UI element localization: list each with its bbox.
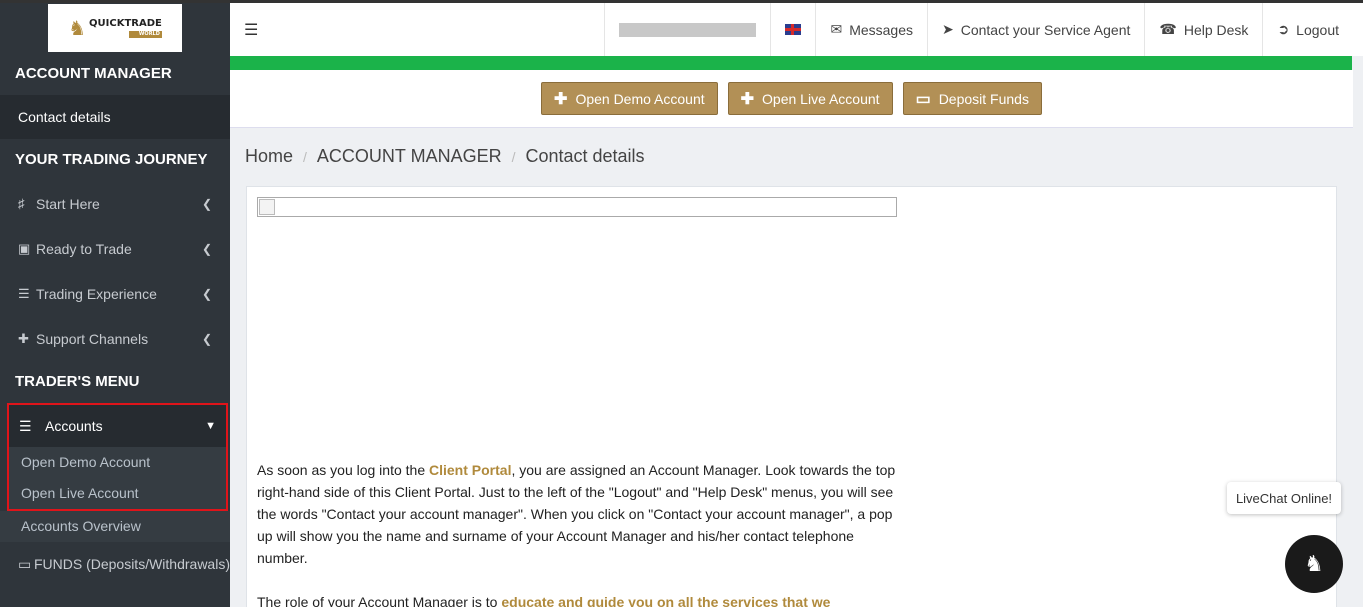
breadcrumb-home[interactable]: Home xyxy=(245,146,293,168)
chevron-left-icon: ❮ xyxy=(201,241,212,256)
headset-icon: ☎ xyxy=(1159,21,1177,37)
breadcrumb-section[interactable]: ACCOUNT MANAGER xyxy=(317,146,502,168)
section-account-manager: ACCOUNT MANAGER xyxy=(0,53,230,95)
content-card: As soon as you log into the Client Porta… xyxy=(246,186,1337,607)
accounts-group-highlight: ☰ Accounts ▼ Open Demo Account Open Live… xyxy=(7,403,228,511)
action-bar: ✚ Open Demo Account ✚ Open Live Account … xyxy=(230,70,1353,128)
uk-flag-icon xyxy=(785,24,802,35)
breadcrumb-current: Contact details xyxy=(525,146,645,166)
section-traders-menu: TRADER'S MENU xyxy=(0,361,230,403)
credit-card-icon: ▭ xyxy=(18,555,32,572)
sidebar-item-support-channels[interactable]: ✚ Support Channels ❮ xyxy=(0,316,230,361)
open-live-account-button[interactable]: ✚ Open Live Account xyxy=(727,82,893,115)
contact-agent-label: Contact your Service Agent xyxy=(960,21,1131,38)
logout-icon: ➲ xyxy=(1277,21,1290,37)
brand-sub: WORLD xyxy=(129,30,162,38)
user-name-area[interactable] xyxy=(604,3,770,56)
help-desk-link[interactable]: ☎ Help Desk xyxy=(1144,3,1262,56)
deposit-funds-button[interactable]: ▭ Deposit Funds xyxy=(902,82,1042,115)
chevron-left-icon: ❮ xyxy=(201,196,212,211)
logout-label: Logout xyxy=(1296,21,1339,38)
sidebar-item-label: Ready to Trade xyxy=(36,240,132,257)
brand-name: QUICKTRADE xyxy=(89,17,162,29)
sidebar-item-trading-experience[interactable]: ☰ Trading Experience ❮ xyxy=(0,271,230,316)
broken-image-placeholder xyxy=(257,197,897,217)
envelope-icon: ✉ xyxy=(830,21,843,37)
plus-icon: ✚ xyxy=(554,90,568,108)
sidebar: ♞ QUICKTRADE WORLD ACCOUNT MANAGER Contac… xyxy=(0,0,230,607)
breadcrumb-separator: / xyxy=(303,149,307,165)
sidebar-item-label: Support Channels xyxy=(36,330,149,347)
messages-label: Messages xyxy=(849,21,913,38)
chevron-down-icon: ▼ xyxy=(205,420,216,432)
paragraph-text: As soon as you log into the xyxy=(257,462,429,478)
button-label: Open Demo Account xyxy=(575,90,705,107)
sidebar-item-funds[interactable]: ▭ FUNDS (Deposits/Withdrawals) xyxy=(0,542,230,586)
contact-agent-link[interactable]: ➤ Contact your Service Agent xyxy=(927,3,1144,56)
sidebar-item-contact-details[interactable]: Contact details xyxy=(0,95,230,139)
open-demo-account-button[interactable]: ✚ Open Demo Account xyxy=(541,82,718,115)
sidebar-subitem-open-demo[interactable]: Open Demo Account xyxy=(9,447,226,478)
chevron-left-icon: ❮ xyxy=(201,286,212,301)
sidebar-subitem-accounts-overview[interactable]: Accounts Overview xyxy=(0,511,230,542)
role-paragraph: The role of your Account Manager is to e… xyxy=(257,591,897,607)
list-icon: ☰ xyxy=(19,417,32,434)
sidebar-item-label: Start Here xyxy=(36,195,100,212)
sidebar-item-label: FUNDS (Deposits/Withdrawals) xyxy=(33,556,230,572)
sidebar-item-ready-to-trade[interactable]: ▣ Ready to Trade ❮ xyxy=(0,226,230,271)
language-selector[interactable] xyxy=(770,3,815,56)
help-desk-label: Help Desk xyxy=(1183,21,1249,38)
messages-link[interactable]: ✉ Messages xyxy=(815,3,927,56)
paper-plane-icon: ➤ xyxy=(942,21,954,37)
livechat-label[interactable]: LiveChat Online! xyxy=(1227,482,1341,514)
top-navbar: ☰ ✉ Messages ➤ Contact your Service Agen… xyxy=(230,0,1363,56)
logo-area: ♞ QUICKTRADE WORLD xyxy=(0,3,230,53)
brand-logo[interactable]: ♞ QUICKTRADE WORLD xyxy=(48,4,182,52)
sidebar-item-accounts[interactable]: ☰ Accounts ▼ xyxy=(9,405,226,447)
top-nav-links: ✉ Messages ➤ Contact your Service Agent … xyxy=(604,3,1353,56)
credit-card-icon: ▭ xyxy=(915,90,931,108)
coins-icon: ☰ xyxy=(18,285,30,301)
medkit-icon: ✚ xyxy=(18,330,29,346)
plus-icon: ✚ xyxy=(740,90,755,108)
intro-paragraph: As soon as you log into the Client Porta… xyxy=(257,459,897,569)
chevron-left-icon: ❮ xyxy=(201,331,212,346)
paragraph-text: The role of your Account Manager is to xyxy=(257,594,502,607)
sidebar-item-label: Trading Experience xyxy=(36,285,157,302)
breadcrumb: Home / ACCOUNT MANAGER / Contact details xyxy=(245,146,645,168)
bull-logo-icon: ♞ xyxy=(68,17,87,40)
livechat-button[interactable]: ♞ xyxy=(1285,535,1343,593)
sidebar-item-label: Accounts xyxy=(45,418,103,434)
client-portal-link[interactable]: Client Portal xyxy=(429,462,511,478)
green-status-bar xyxy=(230,56,1352,70)
hamburger-menu-icon[interactable]: ☰ xyxy=(230,20,270,40)
button-label: Open Live Account xyxy=(762,90,880,107)
highlighted-text: educate and guide you on all the service… xyxy=(501,594,831,607)
section-trading-journey: YOUR TRADING JOURNEY xyxy=(0,139,230,181)
briefcase-icon: ▣ xyxy=(18,240,31,256)
logout-link[interactable]: ➲ Logout xyxy=(1262,3,1353,56)
sidebar-item-start-here[interactable]: ♯ Start Here ❮ xyxy=(0,181,230,226)
breadcrumb-separator: / xyxy=(511,149,516,165)
person-icon: ♯ xyxy=(18,196,25,211)
sidebar-subitem-open-live[interactable]: Open Live Account xyxy=(9,478,226,509)
bull-logo-icon: ♞ xyxy=(1304,551,1324,576)
button-label: Deposit Funds xyxy=(938,90,1029,107)
redacted-user-name xyxy=(619,22,757,37)
